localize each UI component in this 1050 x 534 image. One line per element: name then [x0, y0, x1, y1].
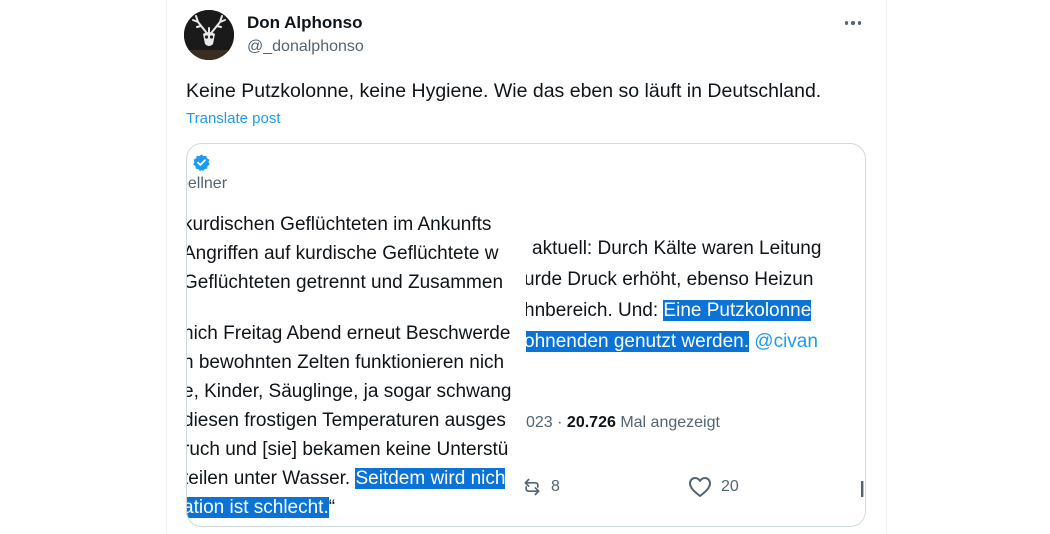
stag-skull-icon: [184, 10, 234, 60]
retweet-icon: [524, 478, 540, 496]
highlighted-text: ation ist schlecht.: [187, 497, 329, 518]
share-icon: [861, 481, 864, 497]
views-count: 20.726: [566, 414, 616, 431]
like-count: 20: [721, 478, 739, 495]
text-line: nich Freitag Abend erneut Beschwerde: [187, 323, 511, 344]
highlighted-text: Eine Putzkolonne: [663, 300, 812, 321]
verified-badge-icon: [193, 153, 211, 171]
heart-icon: [689, 477, 711, 497]
text-line: ruch und [sie] bekamen keine Unterstü: [187, 439, 509, 460]
quoted-author-handle[interactable]: bellner: [187, 175, 227, 193]
text-line: Angriffen auf kurdische Geflüchtete w: [187, 243, 499, 264]
text-span: teilen unter Wasser.: [187, 468, 356, 489]
dot: [851, 21, 855, 25]
quoted-screenshot-left[interactable]: kurdischen Geflüchteten im Ankunfts Angr…: [187, 206, 526, 526]
quoted-author-name[interactable]: k: [187, 152, 211, 172]
share-button[interactable]: [859, 477, 865, 499]
text-span: hnbereich. Und:: [526, 300, 664, 321]
post-meta: 023 · 20.726 Mal angezeigt: [526, 414, 720, 432]
text-line: e, Kinder, Säuglinge, ja sogar schwang: [187, 381, 512, 402]
author-name[interactable]: Don Alphonso: [247, 13, 363, 33]
author-handle[interactable]: @_donalphonso: [247, 38, 364, 56]
mention-link[interactable]: @civan: [754, 331, 818, 352]
text-line: ation ist schlecht.“: [187, 497, 335, 519]
highlighted-text: Seitdem wird nich: [355, 468, 506, 489]
dot: [844, 21, 849, 25]
text-line: aktuell: Durch Kälte waren Leitung: [532, 238, 822, 259]
text-line: hnbereich. Und: Eine Putzkolonne: [526, 300, 812, 322]
close-quote: “: [328, 497, 336, 518]
text-line: n bewohnten Zelten funktionieren nich: [187, 352, 505, 373]
tweet-text: Keine Putzkolonne, keine Hygiene. Wie da…: [186, 80, 822, 102]
views-label: Mal angezeigt: [620, 414, 720, 431]
more-dots-icon[interactable]: [838, 8, 868, 38]
like-button[interactable]: 20: [688, 476, 739, 498]
text-line: kurdischen Geflüchteten im Ankunfts: [187, 214, 492, 235]
text-line: Geflüchteten getrennt und Zusammen: [187, 272, 504, 293]
text-line: teilen unter Wasser. Seitdem wird nich: [187, 468, 506, 490]
retweet-button[interactable]: 8: [522, 477, 560, 497]
highlighted-text: ohnenden genutzt werden.: [526, 331, 750, 352]
text-line: urde Druck erhöht, ebenso Heizun: [526, 269, 814, 290]
text-line: ohnenden genutzt werden. @civan: [526, 331, 818, 353]
translate-post-link[interactable]: Translate post: [186, 110, 281, 127]
post-date: 023 ·: [526, 414, 567, 431]
quoted-post-card[interactable]: k bellner kurdischen Geflüchteten im Ank…: [186, 143, 866, 527]
dot: [857, 21, 862, 25]
avatar[interactable]: [184, 10, 234, 60]
retweet-count: 8: [551, 478, 560, 495]
text-line: diesen frostigen Temperaturen ausges: [187, 410, 506, 431]
